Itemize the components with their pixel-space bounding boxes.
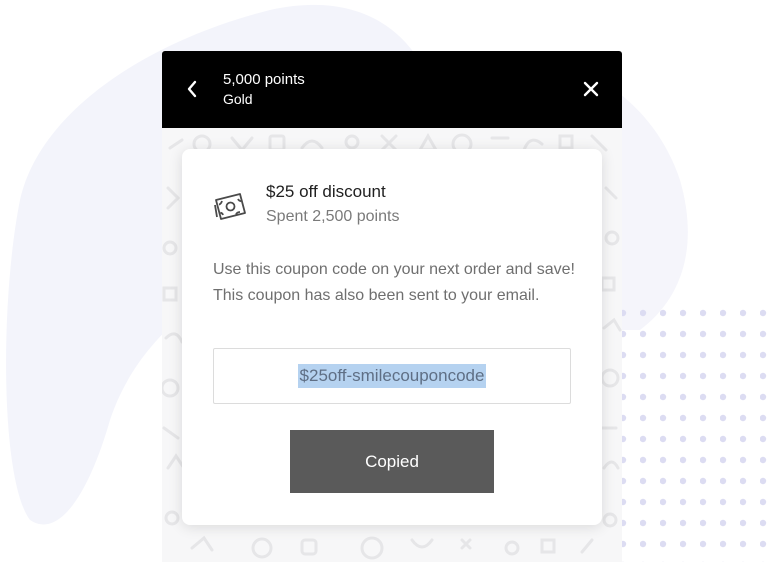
reward-card: $25 off discount Spent 2,500 points Use … (182, 149, 602, 525)
tier-name: Gold (223, 91, 253, 107)
money-icon (214, 193, 246, 220)
copy-button[interactable]: Copied (290, 430, 494, 493)
rewards-panel: 5,000 points Gold $25 off discount Spent… (162, 51, 622, 562)
reward-cost: Spent 2,500 points (266, 208, 400, 225)
close-icon (583, 81, 599, 97)
close-button[interactable] (579, 77, 603, 101)
chevron-left-icon (187, 80, 197, 98)
points-balance: 5,000 points (223, 71, 305, 88)
coupon-instructions: Use this coupon code on your next order … (213, 261, 575, 304)
coupon-code-text[interactable]: $25off-smilecouponcode (297, 364, 487, 388)
header-info: 5,000 points Gold (223, 70, 305, 108)
dot-grid-decoration (620, 306, 770, 562)
back-button[interactable] (180, 77, 204, 101)
panel-header: 5,000 points Gold (162, 51, 622, 128)
coupon-code-field[interactable]: $25off-smilecouponcode (213, 348, 571, 404)
reward-title: $25 off discount (266, 182, 386, 201)
